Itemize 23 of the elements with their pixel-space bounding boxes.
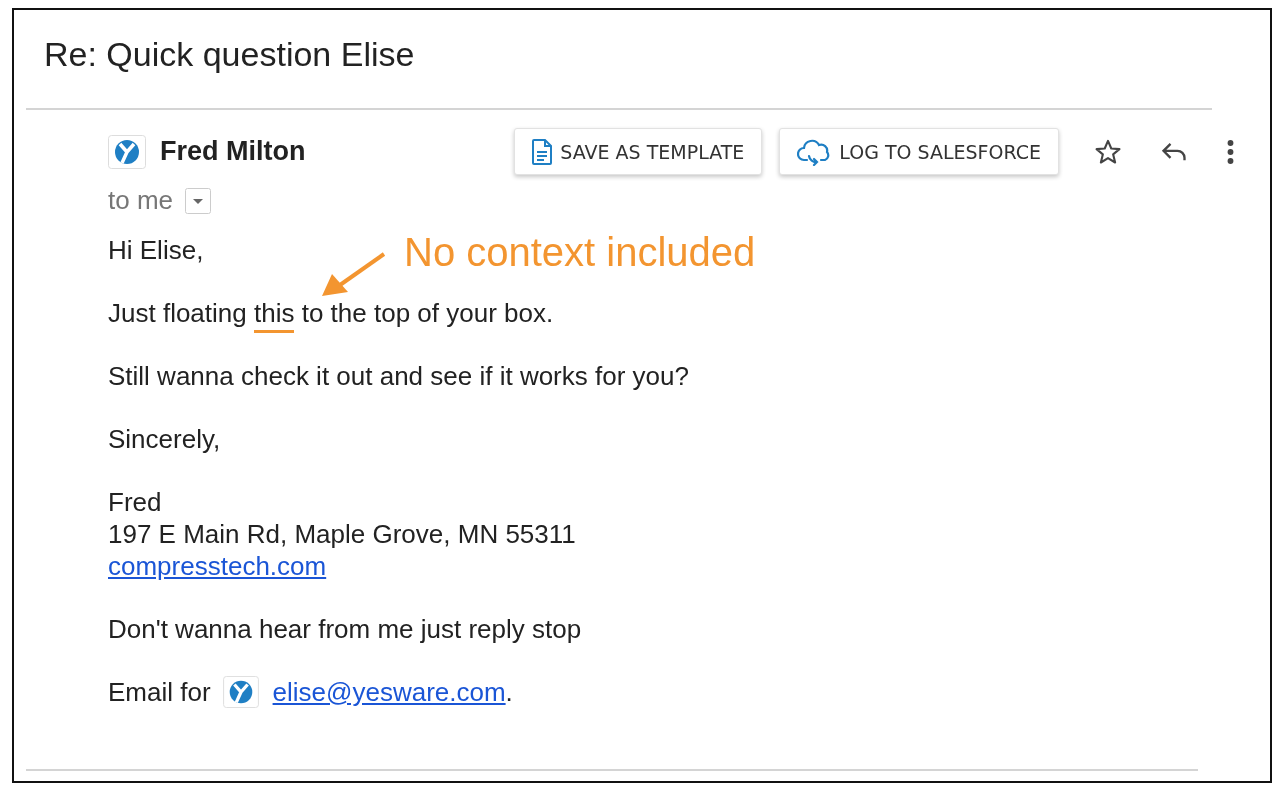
signature-line: Fred (108, 486, 162, 518)
star-icon[interactable] (1094, 137, 1122, 166)
cloud-icon (797, 137, 832, 166)
more-icon[interactable] (1226, 137, 1235, 166)
message-line: Hi Elise, (108, 234, 204, 266)
document-icon (532, 138, 553, 165)
logo-icon (108, 134, 146, 169)
message-line: Sincerely, (108, 423, 221, 455)
recipient-label: to me (108, 185, 174, 216)
message-line: Don't wanna hear from me just reply stop (108, 613, 582, 645)
dropdown-icon[interactable] (185, 187, 212, 214)
log-salesforce-button[interactable]: LOG TO SALESFORCE (779, 128, 1059, 175)
signature-line: 197 E Main Rd, Maple Grove, MN 55311 (108, 518, 576, 550)
sender-name: Fred Milton (160, 136, 306, 167)
save-template-button[interactable]: SAVE AS TEMPLATE (514, 128, 763, 175)
website-link[interactable]: compresstech.com (108, 550, 327, 582)
period-mark: . (505, 676, 513, 708)
logo-icon (222, 676, 259, 708)
email-link[interactable]: elise@yesware.com (272, 676, 506, 708)
email-for-label: Email for (108, 676, 211, 708)
message-line: Still wanna check it out and see if it works for you? (108, 360, 689, 392)
annotation-text: No context included (404, 229, 756, 276)
email-subject: Re: Quick question Elise (43, 34, 416, 74)
